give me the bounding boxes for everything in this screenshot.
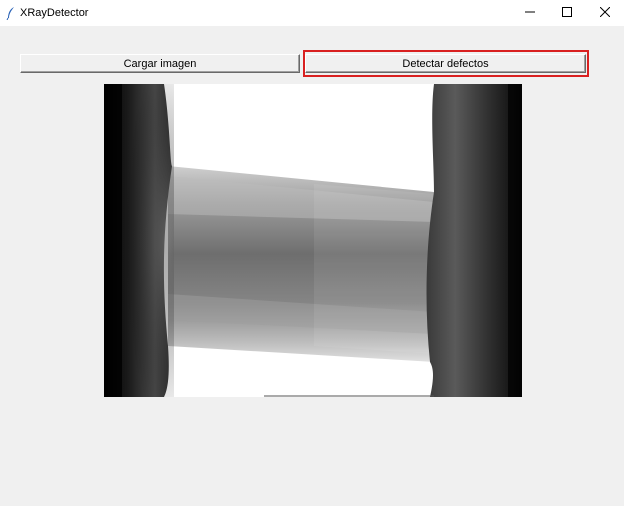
- detect-defects-button[interactable]: Detectar defectos: [305, 54, 586, 73]
- window-title: XRayDetector: [20, 7, 89, 19]
- close-button[interactable]: [586, 0, 624, 26]
- xray-image: [104, 84, 522, 397]
- feather-icon: [6, 6, 16, 21]
- minimize-icon: [525, 4, 535, 22]
- load-image-button[interactable]: Cargar imagen: [20, 54, 300, 73]
- close-icon: [599, 4, 611, 22]
- maximize-button[interactable]: [548, 0, 586, 26]
- maximize-icon: [562, 4, 572, 22]
- app-window: XRayDetector Cargar imagen Detectar defe…: [0, 0, 624, 506]
- minimize-button[interactable]: [511, 0, 549, 26]
- title-bar: XRayDetector: [0, 0, 624, 26]
